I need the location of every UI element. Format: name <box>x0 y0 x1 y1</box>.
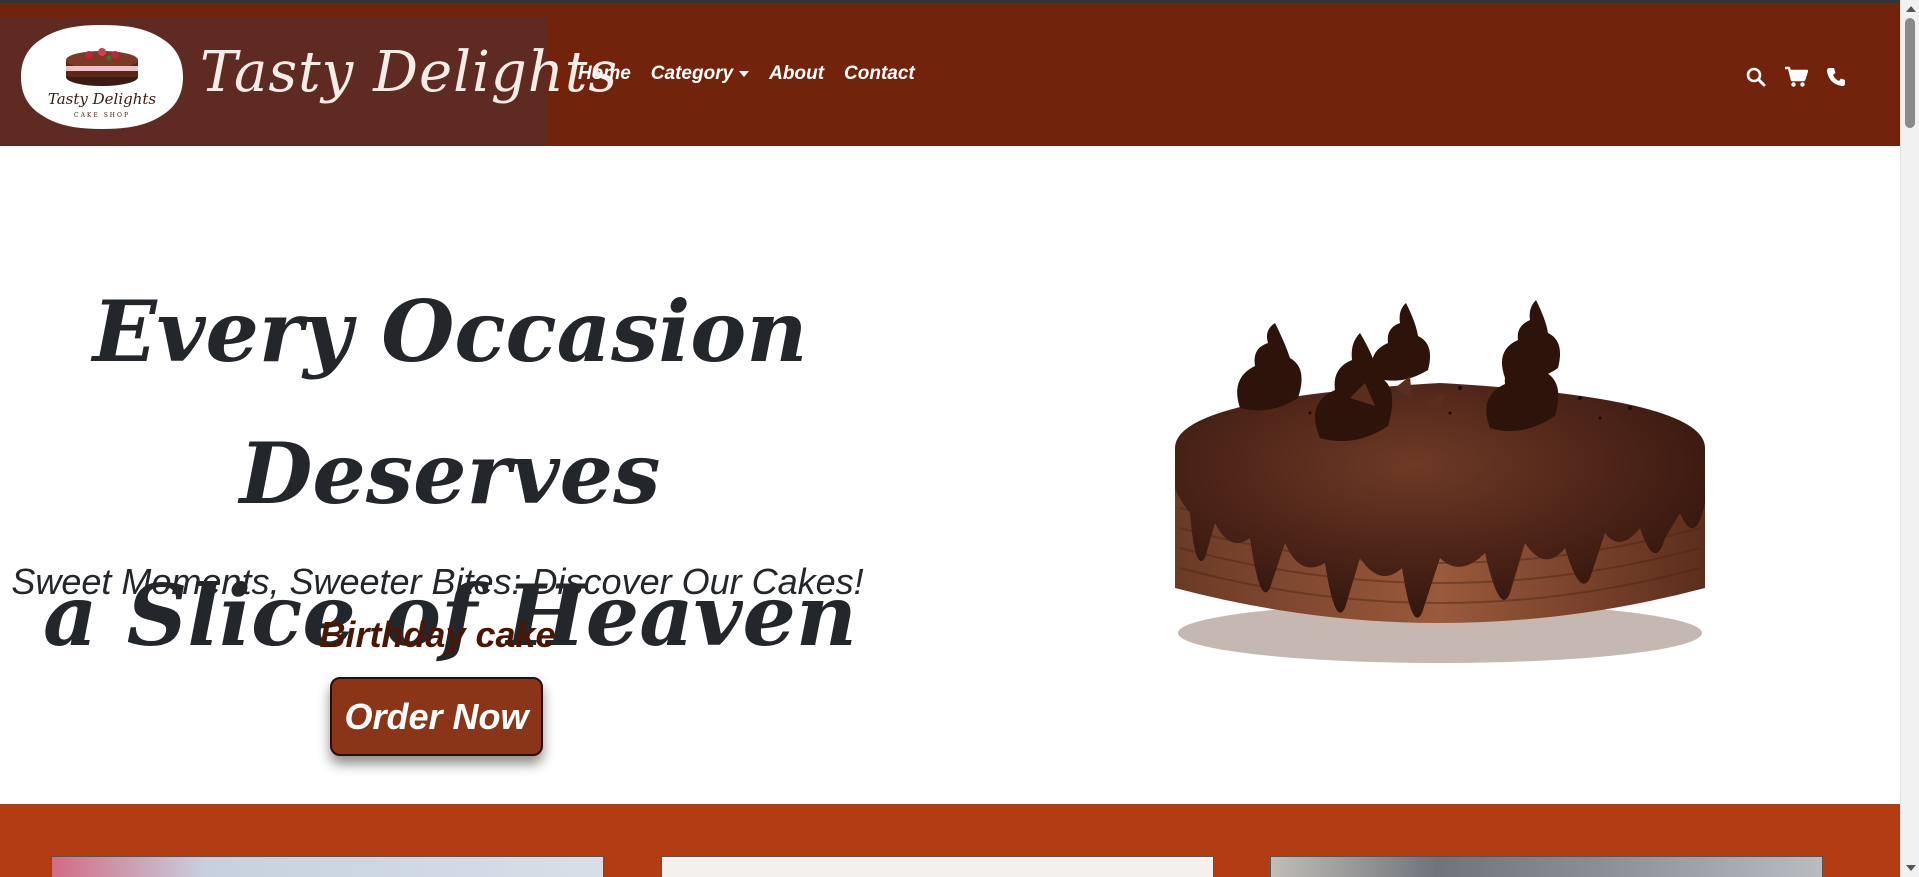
hero-subheadline: Sweet Moments, Sweeter Bites: Discover O… <box>11 561 864 602</box>
vertical-scrollbar[interactable] <box>1900 0 1919 877</box>
featured-card[interactable] <box>1270 856 1823 877</box>
nav-about[interactable]: About <box>769 63 824 85</box>
featured-band <box>0 804 1900 877</box>
featured-card[interactable] <box>51 856 604 877</box>
svg-text:CAKE SHOP: CAKE SHOP <box>74 112 130 119</box>
scroll-down-arrow-icon[interactable] <box>1906 865 1916 871</box>
scroll-up-arrow-icon[interactable] <box>1906 6 1916 12</box>
nav-home[interactable]: Home <box>578 63 631 85</box>
phone-icon[interactable] <box>1824 65 1848 89</box>
scrollbar-thumb[interactable] <box>1905 18 1915 128</box>
hero-headline-line1: Every Occasion Deserves <box>92 282 808 523</box>
main-nav: Home Category About Contact <box>578 63 915 85</box>
nav-category[interactable]: Category <box>650 63 750 85</box>
order-now-button[interactable]: Order Now <box>330 677 543 756</box>
nav-category-label: Category <box>650 63 734 84</box>
nav-icons <box>1744 65 1848 89</box>
cart-icon[interactable] <box>1784 65 1808 89</box>
caret-down-icon <box>739 71 750 77</box>
nav-contact[interactable]: Contact <box>844 63 915 85</box>
logo[interactable]: Tasty Delights CAKE SHOP <box>19 22 185 132</box>
navbar: Tasty Delights CAKE SHOP Tasty Delights … <box>0 0 1900 149</box>
chocolate-cake-image <box>1175 300 1705 663</box>
featured-card[interactable] <box>661 856 1214 877</box>
hero-section: Every Occasion Deserves a Slice of Heave… <box>0 146 1900 804</box>
brand-name[interactable]: Tasty Delights <box>200 40 618 105</box>
search-icon[interactable] <box>1744 65 1768 89</box>
svg-text:Tasty Delights: Tasty Delights <box>48 90 157 108</box>
cake-type-label: Birthday cake <box>319 614 556 655</box>
brand[interactable]: Tasty Delights CAKE SHOP Tasty Delights <box>0 18 617 149</box>
